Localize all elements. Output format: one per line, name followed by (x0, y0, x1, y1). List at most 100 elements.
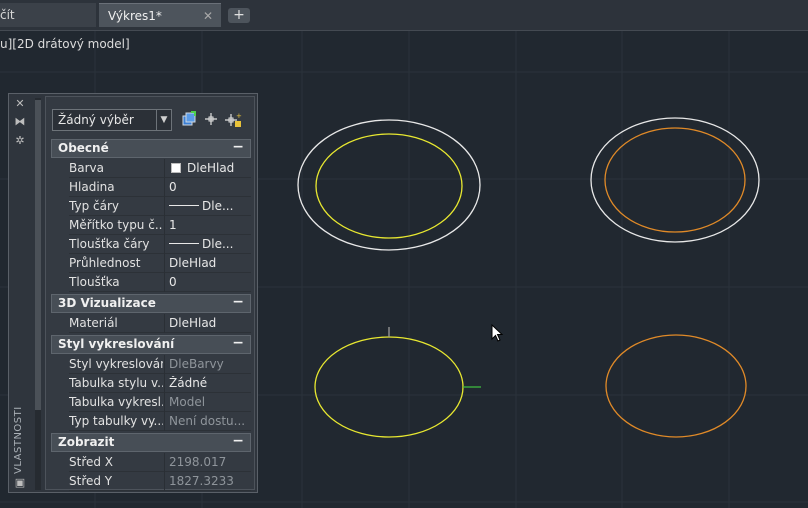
property-value[interactable]: Dle... (169, 237, 251, 251)
property-row[interactable]: Typ tabulky vy... Není dostu... (69, 412, 251, 431)
close-icon[interactable]: ✕ (13, 97, 27, 111)
property-value[interactable]: Dle... (169, 199, 251, 213)
property-value[interactable]: DleHlad (169, 316, 251, 330)
property-value[interactable]: DleHlad (169, 256, 251, 270)
property-name: Střed Y (69, 474, 113, 488)
property-row[interactable]: Hladina 0 (69, 178, 251, 197)
property-name: Tabulka stylu v... (69, 376, 163, 390)
property-value-text: DleHlad (187, 161, 235, 175)
mouse-cursor-icon (491, 324, 504, 342)
section-title: Obecné (58, 141, 109, 155)
property-row[interactable]: Barva DleHlad (69, 159, 251, 178)
property-name: Typ čáry (69, 199, 119, 213)
linetype-preview (169, 243, 199, 244)
selection-dropdown[interactable]: Žádný výběr ▼ (52, 109, 172, 131)
section-header[interactable]: Obecné − (51, 139, 251, 158)
property-row[interactable]: Měřítko typu č... 1 (69, 216, 251, 235)
property-name: Tabulka vykresl... (69, 395, 163, 409)
property-value[interactable]: DleHlad (169, 161, 251, 175)
ellipse-orange-bottom-right (605, 334, 747, 438)
property-name: Typ tabulky vy... (69, 414, 163, 428)
selection-value: Žádný výběr (58, 113, 134, 127)
property-name: Měřítko typu č... (69, 218, 163, 232)
property-row[interactable]: Tloušťka 0 (69, 273, 251, 292)
tab-previous-drawing[interactable]: čít (0, 3, 96, 27)
viewport-controls[interactable]: u][2D drátový model] (0, 37, 130, 51)
property-row[interactable]: Střed Y 1827.3233 (69, 472, 251, 491)
section-header[interactable]: Styl vykreslování − (51, 335, 251, 354)
ellipse-white-top-right (590, 117, 760, 243)
column-divider (164, 273, 165, 292)
column-divider (164, 374, 165, 393)
property-row[interactable]: Materiál DleHlad (69, 314, 251, 333)
section-title: Zobrazit (58, 435, 115, 449)
ellipse-yellow-top-left (315, 133, 463, 239)
property-value-text: DleBarvy (169, 357, 224, 371)
property-value-text: 1 (169, 218, 177, 232)
property-value[interactable]: Žádné (169, 376, 251, 390)
collapse-icon[interactable]: − (232, 335, 244, 351)
property-name: Materiál (69, 316, 118, 330)
property-row[interactable]: Střed X 2198.017 (69, 453, 251, 472)
property-value-text: DleHlad (169, 316, 217, 330)
property-name: Tloušťka (69, 275, 120, 289)
collapse-icon[interactable]: − (232, 139, 244, 155)
property-value-text: 0 (169, 180, 177, 194)
property-value[interactable]: 0 (169, 180, 251, 194)
select-objects-icon[interactable] (202, 111, 220, 129)
property-value[interactable]: Není dostu... (169, 414, 251, 428)
property-value[interactable]: 1 (169, 218, 251, 232)
properties-toolbar: Žádný výběr ▼ + (52, 109, 252, 133)
property-name: Styl vykreslování (69, 357, 163, 371)
column-divider (164, 453, 165, 472)
palette-scrollbar[interactable] (35, 98, 41, 490)
tab-vykres1[interactable]: Výkres1* ✕ (99, 3, 221, 27)
property-value-text: Dle... (202, 237, 234, 251)
pin-icon[interactable]: ⧓ (13, 115, 27, 129)
ellipse-orange-top-right (604, 127, 746, 233)
tab-label: čít (0, 8, 15, 22)
toggle-pickadd-icon[interactable]: + (224, 111, 242, 129)
new-tab-button[interactable]: + (228, 8, 250, 23)
quick-select-icon[interactable] (180, 111, 198, 129)
property-value[interactable]: 2198.017 (169, 455, 251, 469)
palette-title: VLASTNOSTI (13, 406, 24, 474)
column-divider (164, 159, 165, 178)
gear-icon[interactable]: ✲ (13, 134, 27, 148)
column-divider (164, 314, 165, 333)
section-title: Styl vykreslování (58, 337, 175, 351)
chevron-down-icon[interactable]: ▼ (156, 110, 171, 130)
property-row[interactable]: Tloušťka čáry Dle... (69, 235, 251, 254)
property-value-text: Není dostu... (169, 414, 246, 428)
svg-text:+: + (236, 112, 242, 120)
property-row[interactable]: Tabulka vykresl... Model (69, 393, 251, 412)
column-divider (164, 254, 165, 273)
property-value-text: 2198.017 (169, 455, 227, 469)
property-row[interactable]: Průhlednost DleHlad (69, 254, 251, 273)
property-name: Barva (69, 161, 104, 175)
column-divider (164, 235, 165, 254)
column-divider (164, 197, 165, 216)
column-divider (164, 412, 165, 431)
scrollbar-thumb[interactable] (35, 100, 41, 410)
palette-menu-icon[interactable]: ▣ (13, 476, 27, 490)
property-value-text: DleHlad (169, 256, 217, 270)
property-value-text: 0 (169, 275, 177, 289)
collapse-icon[interactable]: − (232, 294, 244, 310)
section-header[interactable]: 3D Vizualizace − (51, 294, 251, 313)
property-value[interactable]: 0 (169, 275, 251, 289)
property-name: Průhlednost (69, 256, 141, 270)
property-value[interactable]: DleBarvy (169, 357, 251, 371)
palette-side-bar: ✕ ⧓ ✲ VLASTNOSTI ▣ (9, 94, 31, 492)
collapse-icon[interactable]: − (232, 433, 244, 449)
close-icon[interactable]: ✕ (203, 4, 213, 28)
property-name: Tloušťka čáry (69, 237, 150, 251)
property-value[interactable]: 1827.3233 (169, 474, 251, 488)
property-row[interactable]: Styl vykreslování DleBarvy (69, 355, 251, 374)
property-row[interactable]: Typ čáry Dle... (69, 197, 251, 216)
properties-palette: ✕ ⧓ ✲ VLASTNOSTI ▣ Žádný výběr ▼ + Obecn… (8, 93, 258, 493)
property-value[interactable]: Model (169, 395, 251, 409)
drawing-objects (297, 117, 760, 438)
section-header[interactable]: Zobrazit − (51, 433, 251, 452)
property-row[interactable]: Tabulka stylu v... Žádné (69, 374, 251, 393)
